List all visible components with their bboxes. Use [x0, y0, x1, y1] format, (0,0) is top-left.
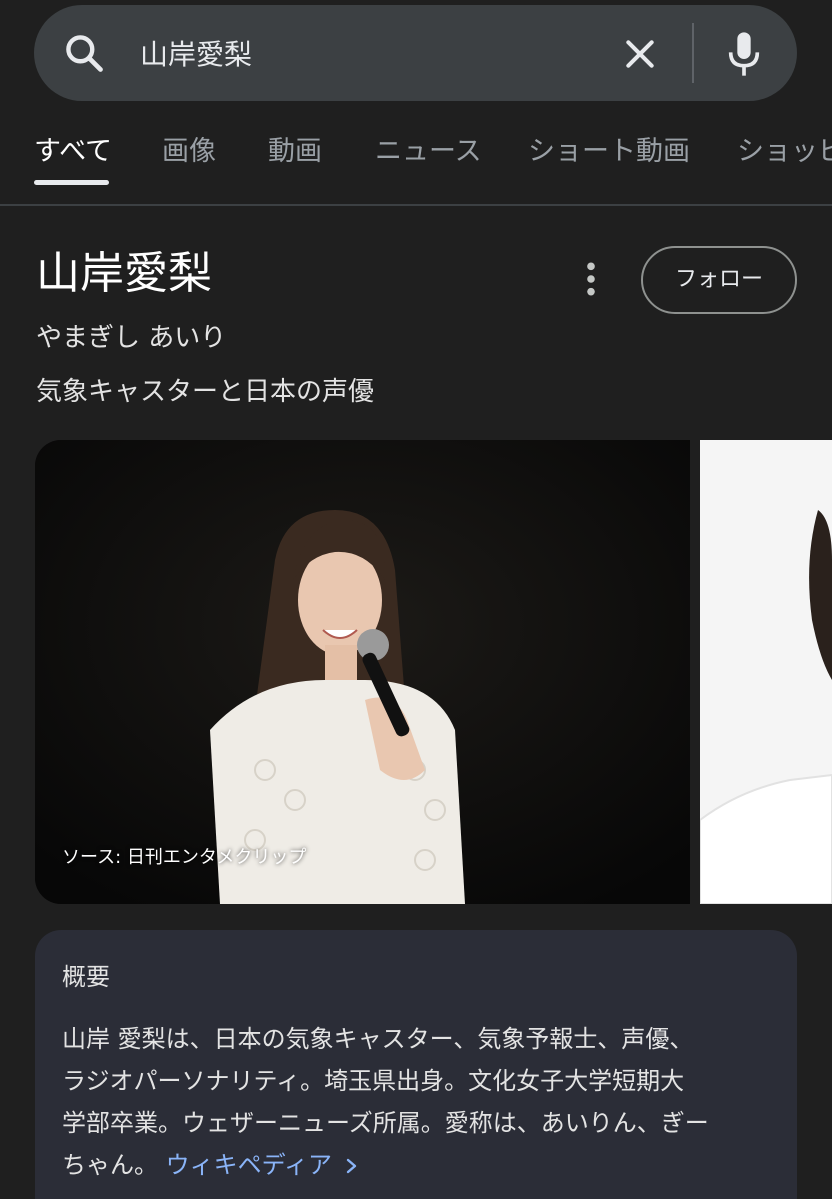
microphone-icon[interactable]: [724, 29, 764, 79]
tab-images[interactable]: 画像: [162, 134, 216, 170]
search-tabs: すべて 画像 動画 ニュース ショート動画 ショッピ: [0, 120, 832, 206]
name-reading: やまぎし あいり: [36, 323, 227, 353]
main-photo[interactable]: [35, 440, 690, 904]
search-results-page: 山岸愛梨 すべて 画像 動画 ニュース ショート動画 ショッピ 山岸愛梨 フォロ…: [0, 0, 832, 1199]
wikipedia-link-label: ウィキペディア: [165, 1151, 332, 1179]
image-caption: ソース: 日刊エンタメクリップ: [62, 847, 307, 868]
close-icon[interactable]: [620, 34, 660, 74]
tab-shopping[interactable]: ショッピ: [737, 134, 832, 170]
chevron-right-icon: [346, 1158, 356, 1174]
description-line: ラジオパーソナリティ。埼玉県出身。文化女子大学短期大: [62, 1067, 685, 1095]
overview-description: 山岸 愛梨は、日本の気象キャスター、気象予報士、声優、 ラジオパーソナリティ。埼…: [62, 1018, 782, 1186]
overview-title: 概要: [62, 963, 110, 991]
tab-short-videos[interactable]: ショート動画: [528, 134, 690, 170]
more-vert-icon[interactable]: [578, 260, 604, 298]
entity-description: 気象キャスターと日本の声優: [36, 377, 375, 407]
person-photo-illustration: [35, 440, 690, 904]
description-line: 山岸 愛梨は、日本の気象キャスター、気象予報士、声優、: [62, 1025, 694, 1053]
secondary-photo[interactable]: [700, 440, 832, 904]
person-photo-illustration: [700, 440, 832, 904]
search-bar[interactable]: 山岸愛梨: [34, 5, 797, 101]
active-tab-indicator: [34, 180, 109, 185]
tab-all[interactable]: すべて: [34, 134, 112, 170]
page-title: 山岸愛梨: [36, 248, 212, 299]
search-icon[interactable]: [62, 31, 106, 75]
follow-button[interactable]: フォロー: [641, 246, 797, 314]
description-line: 学部卒業。ウェザーニューズ所属。愛称は、あいりん、ぎー: [62, 1109, 709, 1137]
search-bar-divider: [692, 23, 694, 83]
wikipedia-link[interactable]: ウィキペディア: [166, 1151, 360, 1179]
tab-news[interactable]: ニュース: [375, 134, 482, 170]
description-line-end: ちゃん。: [62, 1151, 158, 1179]
description-line: ちゃん。 ウィキペディア: [62, 1144, 782, 1186]
tab-videos[interactable]: 動画: [268, 134, 322, 170]
overview-card: 概要 山岸 愛梨は、日本の気象キャスター、気象予報士、声優、 ラジオパーソナリテ…: [35, 930, 797, 1199]
search-input[interactable]: 山岸愛梨: [140, 35, 252, 75]
